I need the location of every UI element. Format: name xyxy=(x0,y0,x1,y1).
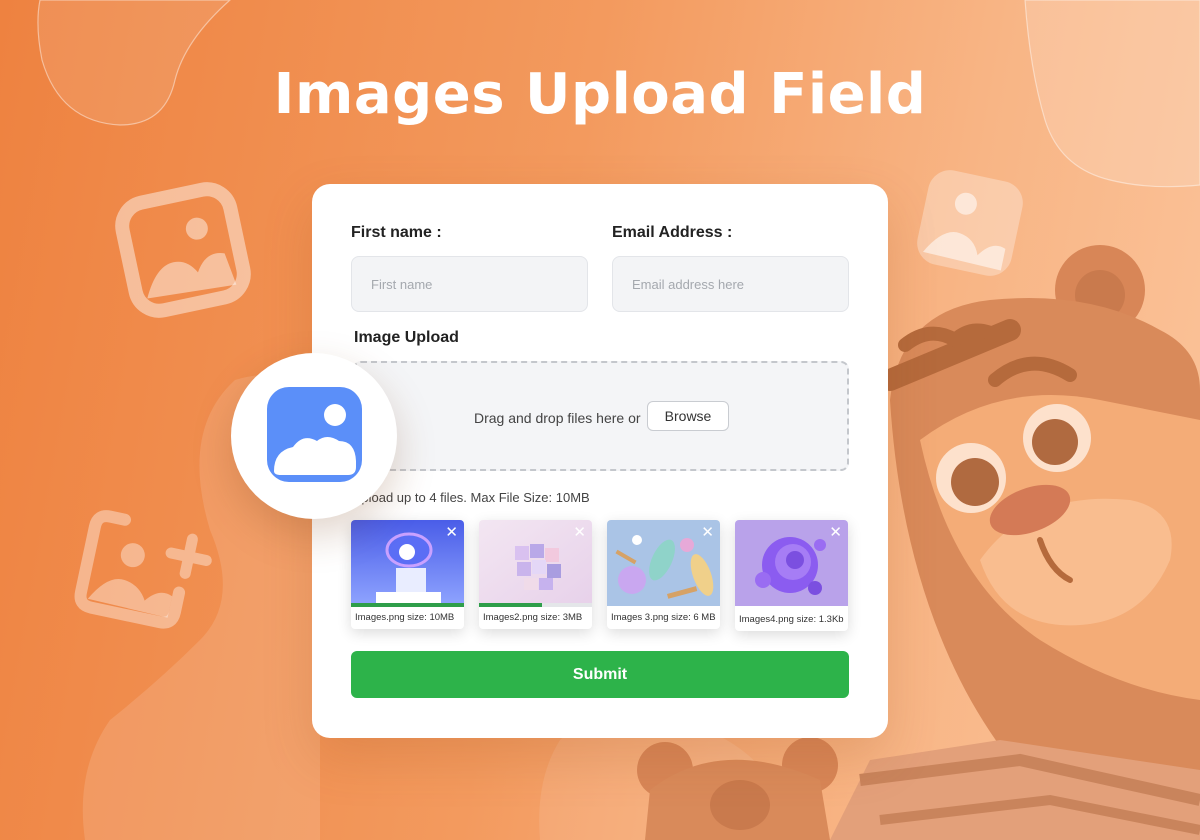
upload-progress-fill xyxy=(479,603,543,607)
file-caption: Images 3.png size: 6 MB xyxy=(611,612,716,623)
remove-file-icon[interactable]: ✕ xyxy=(701,522,714,542)
bear-ear-illustration xyxy=(637,737,838,840)
uploaded-file-item: ✕ Images4.png size: 1.3Kb xyxy=(735,520,848,631)
uploaded-file-item: ✕ Images 3.png size: 6 MB xyxy=(607,520,720,629)
image-upload-badge xyxy=(231,353,397,519)
file-caption: Images4.png size: 1.3Kb xyxy=(739,614,844,625)
submit-button[interactable]: Submit xyxy=(351,651,849,698)
uploaded-file-item: ✕ Images.png size: 10MB xyxy=(351,520,464,629)
file-caption: Images.png size: 10MB xyxy=(355,612,455,623)
background-photo-icon xyxy=(115,182,251,318)
email-label: Email Address : xyxy=(612,224,733,241)
upload-progress-fill xyxy=(351,603,464,607)
browse-button[interactable]: Browse xyxy=(647,401,729,431)
page-title: Images Upload Field xyxy=(273,62,927,127)
background-photo-icon xyxy=(917,170,1023,276)
remove-file-icon[interactable]: ✕ xyxy=(573,522,586,542)
upload-progress-bar xyxy=(351,603,464,607)
first-name-label: First name : xyxy=(351,224,442,241)
image-upload-label: Image Upload xyxy=(354,329,459,346)
upload-progress-bar xyxy=(479,603,592,607)
background-add-photo-icon xyxy=(74,510,212,629)
email-input[interactable] xyxy=(612,256,849,312)
remove-file-icon[interactable]: ✕ xyxy=(445,522,458,542)
first-name-input[interactable] xyxy=(351,256,588,312)
file-caption: Images2.png size: 3MB xyxy=(483,612,583,623)
file-dropzone[interactable]: Drag and drop files here or Browse xyxy=(353,361,849,471)
uploaded-file-item: ✕ Images2.png size: 3MB xyxy=(479,520,592,629)
upload-form-card: First name : Email Address : Image Uploa… xyxy=(312,184,888,738)
remove-file-icon[interactable]: ✕ xyxy=(829,522,842,542)
dropzone-text: Drag and drop files here or xyxy=(474,410,641,426)
image-icon xyxy=(267,387,362,482)
